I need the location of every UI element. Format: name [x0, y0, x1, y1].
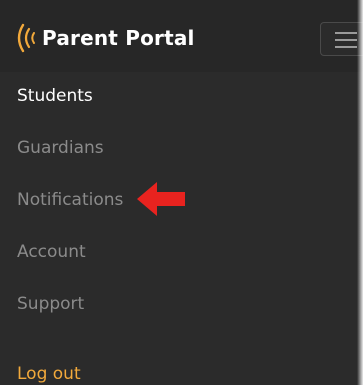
nav-item-support[interactable]: Support — [17, 292, 84, 316]
logout-link[interactable]: Log out — [17, 362, 81, 385]
brand-link[interactable]: Parent Portal — [14, 22, 195, 54]
mobile-nav-screen: Parent Portal Students Guardians Notific… — [0, 0, 363, 385]
brand-name: Parent Portal — [42, 26, 195, 50]
nav-item-students[interactable]: Students — [17, 84, 93, 108]
nav-item-notifications[interactable]: Notifications — [17, 188, 123, 212]
top-navbar: Parent Portal — [0, 0, 363, 72]
hamburger-menu-icon-bar — [335, 39, 357, 41]
screen-edge — [357, 0, 363, 385]
nav-item-guardians[interactable]: Guardians — [17, 136, 104, 160]
radio-waves-logo-icon — [17, 23, 35, 53]
hamburger-menu-icon — [335, 32, 357, 34]
hamburger-menu-icon-bar — [335, 46, 357, 48]
nav-item-account[interactable]: Account — [17, 240, 86, 264]
red-arrow-pointer-icon — [137, 182, 185, 216]
